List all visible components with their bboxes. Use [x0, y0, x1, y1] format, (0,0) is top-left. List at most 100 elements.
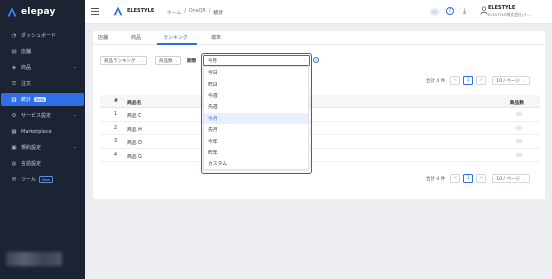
period-option[interactable]: 今日 — [204, 67, 308, 78]
menu-toggle-icon[interactable] — [91, 8, 99, 15]
breadcrumb-separator: / — [184, 9, 186, 14]
chart-icon: ▥ — [11, 96, 17, 103]
period-option[interactable]: 先月 — [204, 124, 308, 135]
dashboard-icon: ◔ — [11, 32, 17, 39]
chevron-down-icon: ⌄ — [523, 176, 527, 181]
store-icon: ▤ — [11, 48, 17, 55]
metric-select[interactable]: 商品数 ⌄ — [155, 56, 181, 65]
sidebar: elepay ◔ ダッシュボード ▤ 店舗 ◈ 商品 ⌄ ☰ 注文 ▥ 統計 Beta ⚙ サービス設定 ⌄… — [0, 0, 85, 279]
elepay-logo-icon — [7, 7, 17, 17]
download-icon[interactable]: ⤓ — [463, 7, 466, 16]
ranking-type-select[interactable]: 商品ランキング ⌄ — [100, 56, 147, 65]
page-size-select[interactable]: 10 / ページ ⌄ — [492, 174, 531, 183]
brand-name: ELESTYLE — [127, 8, 155, 14]
period-option[interactable]: 先週 — [204, 101, 308, 112]
page-size-select[interactable]: 10 / ページ ⌄ — [492, 76, 531, 85]
sidebar-item-label: Marketplace — [21, 128, 52, 135]
period-option[interactable]: 昨年 — [204, 147, 308, 158]
rank-cell: 4 — [114, 152, 118, 158]
tool-icon: ⚒ — [11, 176, 17, 183]
tab-store[interactable]: 店舗 — [98, 34, 108, 41]
prev-page-button[interactable]: < — [450, 174, 461, 183]
user-name[interactable]: ELESTYLE — [488, 5, 515, 11]
quantity-cell-blurred — [516, 139, 522, 143]
sidebar-item-label: ダッシュボード — [21, 33, 57, 39]
next-page-button[interactable]: > — [476, 174, 487, 183]
table-row[interactable]: 2 商品 H — [100, 122, 540, 135]
sidebar-item-store[interactable]: ▤ 店舗 — [1, 45, 84, 58]
page-1-button[interactable]: 1 — [463, 76, 474, 85]
help-icon[interactable]: ? — [446, 7, 454, 15]
notification-blurred[interactable] — [430, 9, 439, 15]
user-company: ELESTYLE株式会社(テ... — [488, 12, 531, 17]
pagination-bottom: 合計 4 件 < 1 > 10 / ページ ⌄ — [426, 174, 531, 183]
table-header: # 商品名 商品数 — [100, 95, 540, 108]
product-name-cell: 商品 D — [127, 141, 142, 146]
active-tab-indicator — [157, 43, 197, 45]
marketplace-icon: ▦ — [11, 128, 17, 135]
pagination-top: 合計 4 件 < 1 > 10 / ページ ⌄ — [426, 76, 531, 85]
table-row[interactable]: 4 商品 G — [100, 149, 540, 162]
period-option[interactable]: 今月 — [204, 112, 308, 124]
statistics-card: 店舗 商品 ランキング 端末 商品ランキング ⌄ 商品数 ⌄ 期間 今月 ⌃ ?… — [93, 31, 545, 199]
prev-page-button[interactable]: < — [450, 76, 461, 85]
sidebar-item-tag[interactable]: ◈ 商品 ⌄ — [1, 61, 84, 74]
ranking-type-value: 商品ランキング — [104, 58, 136, 64]
sidebar-item-order[interactable]: ☰ 注文 — [1, 77, 84, 90]
sidebar-item-label: 言語設定 — [21, 161, 42, 167]
sidebar-item-dashboard[interactable]: ◔ ダッシュボード — [1, 29, 84, 42]
next-page-button[interactable]: > — [476, 76, 487, 85]
tab-product[interactable]: 商品 — [131, 34, 141, 41]
sidebar-item-label: 店舗 — [21, 49, 32, 55]
quantity-cell-blurred — [516, 125, 522, 130]
brand-logo-icon — [113, 6, 123, 16]
period-option[interactable]: 昨日 — [204, 78, 308, 89]
sidebar-item-service[interactable]: ⚙ サービス設定 ⌄ — [1, 109, 84, 122]
table-row[interactable]: 1 商品 C — [100, 108, 540, 122]
page-size-value: 10 / ページ — [496, 176, 520, 182]
chevron-down-icon: ⌄ — [523, 78, 527, 83]
tab-ranking[interactable]: ランキング — [163, 34, 188, 41]
col-quantity: 商品数 — [509, 101, 524, 106]
col-product-name: 商品名 — [127, 101, 142, 106]
breadcrumb-home[interactable]: ホーム — [167, 9, 181, 16]
total-count: 合計 4 件 — [426, 176, 446, 182]
period-option[interactable]: カスタム — [204, 158, 308, 169]
terms-icon: ▣ — [11, 144, 17, 151]
language-icon: ◍ — [11, 160, 17, 167]
chevron-down-icon: ⌄ — [175, 58, 178, 63]
sidebar-item-label: 商品 — [21, 65, 32, 71]
sidebar-item-marketplace[interactable]: ▦ Marketplace — [1, 125, 84, 138]
breadcrumb-oneqr[interactable]: OneQR — [189, 9, 206, 16]
page-1-button[interactable]: 1 — [463, 174, 474, 183]
top-header: ELESTYLE ホーム / OneQR / 統計 ? ⤓ ELESTYLE E… — [85, 0, 552, 24]
sidebar-item-language[interactable]: ◍ 言語設定 — [1, 157, 84, 170]
app-logo[interactable]: elepay — [0, 0, 85, 24]
page-size-value: 10 / ページ — [496, 78, 520, 84]
total-count: 合計 4 件 — [426, 78, 446, 84]
sidebar-item-chart[interactable]: ▥ 統計 Beta — [1, 93, 84, 106]
user-icon[interactable] — [480, 6, 488, 15]
info-icon[interactable]: ? — [313, 57, 319, 63]
sidebar-account-blurred[interactable] — [6, 252, 62, 266]
service-icon: ⚙ — [11, 112, 17, 119]
app-logo-text: elepay — [21, 7, 56, 17]
tab-terminal[interactable]: 端末 — [211, 34, 221, 41]
sidebar-item-label: 規約設定 — [21, 145, 42, 151]
sidebar-item-terms[interactable]: ▣ 規約設定 ⌄ — [1, 141, 84, 154]
table-body: 1 商品 C 2 商品 H 3 商品 D 4 商品 G — [100, 108, 540, 162]
brand: ELESTYLE — [113, 6, 154, 16]
quantity-cell-blurred — [516, 112, 522, 116]
sidebar-item-label: 注文 — [21, 81, 32, 87]
badge-beta: Beta — [34, 97, 47, 102]
sidebar-item-tool[interactable]: ⚒ ツール New — [1, 173, 84, 186]
period-option[interactable]: 今週 — [204, 90, 308, 101]
table-row[interactable]: 3 商品 D — [100, 135, 540, 149]
col-rank: # — [114, 99, 119, 104]
period-dropdown-menu: 今日 昨日 今週 先週 今月 先月 今年 昨年 カスタム — [203, 66, 309, 170]
rank-cell: 1 — [114, 112, 118, 117]
rank-cell: 3 — [114, 139, 118, 144]
sidebar-nav: ◔ ダッシュボード ▤ 店舗 ◈ 商品 ⌄ ☰ 注文 ▥ 統計 Beta ⚙ サービス設定 ⌄ ▦ Market… — [0, 29, 85, 186]
period-option[interactable]: 今年 — [204, 135, 308, 146]
breadcrumb: ホーム / OneQR / 統計 — [167, 9, 223, 16]
